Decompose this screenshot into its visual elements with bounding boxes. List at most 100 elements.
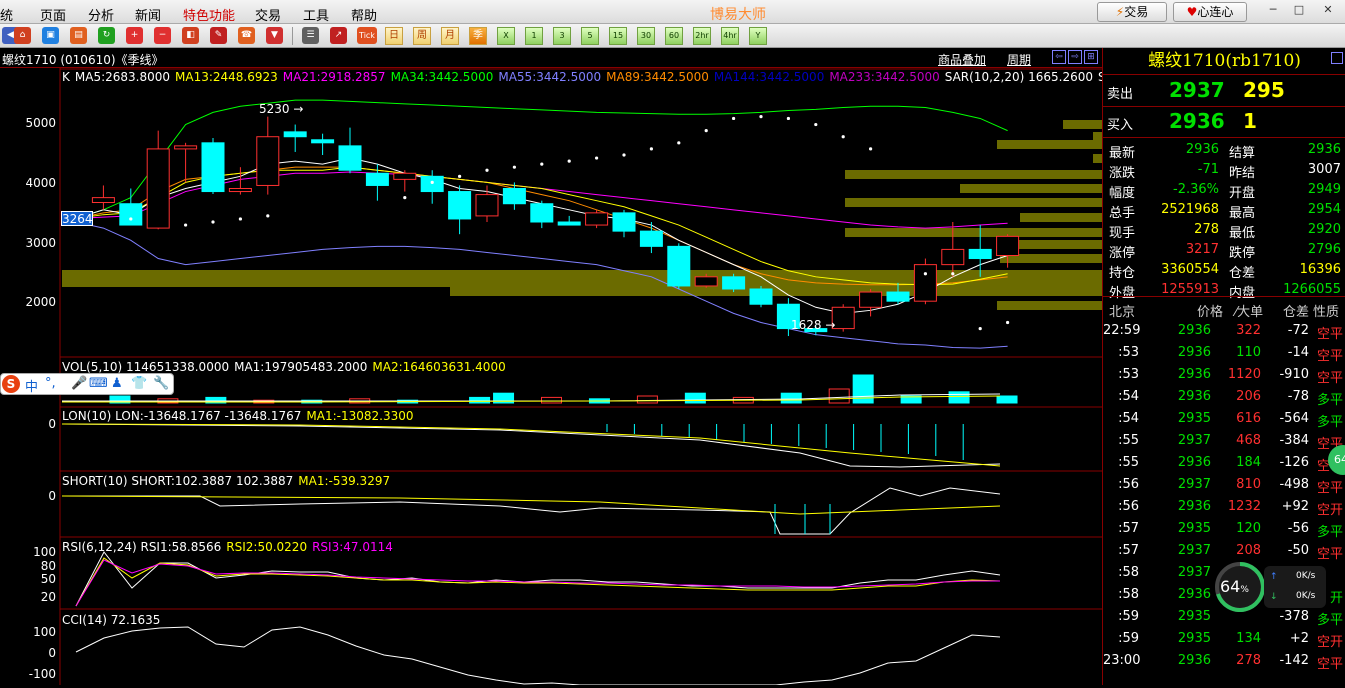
- home-icon[interactable]: ⌂: [14, 27, 31, 44]
- price-axis-label: 3000: [25, 236, 56, 250]
- close-icon[interactable]: ✕: [1318, 3, 1338, 19]
- cci-axis-label: 0: [48, 646, 56, 660]
- alert-icon[interactable]: ☎: [238, 27, 255, 44]
- volume-profile-bar: [997, 301, 1102, 310]
- rsi-axis-label: 50: [40, 572, 56, 586]
- candle-body: [886, 291, 910, 302]
- menu-analysis[interactable]: 分析: [88, 5, 114, 24]
- ime-chinese-toggle[interactable]: 中: [25, 376, 38, 395]
- indicator-value: LON(10) LON:-13648.1767 -13648.1767: [62, 409, 302, 423]
- maximize-icon[interactable]: □: [1289, 3, 1309, 19]
- menu-help[interactable]: 帮助: [351, 5, 377, 24]
- keyboard-icon[interactable]: ⌨: [89, 376, 108, 391]
- stats-row: 外盘 1255913 内盘 1266055: [1103, 280, 1345, 301]
- tick-cell: 468: [1236, 433, 1261, 448]
- menu-page[interactable]: 页面: [40, 5, 66, 24]
- menu-trade[interactable]: 交易: [255, 5, 281, 24]
- stats-cell: 总手: [1109, 206, 1136, 221]
- sar-dot: [1006, 320, 1010, 325]
- interval-15-button[interactable]: 15: [609, 27, 627, 45]
- menu-bar: 统 页面 分析 新闻 特色功能 交易 工具 帮助 博易大师 ⚡交易 ♥心连心 ─…: [0, 0, 1345, 24]
- zoom-in-icon[interactable]: +: [126, 27, 143, 44]
- user-icon[interactable]: ♟: [111, 376, 123, 391]
- interval-60-button[interactable]: 60: [665, 27, 683, 45]
- menu-features[interactable]: 特色功能: [183, 5, 235, 24]
- news-icon[interactable]: ▤: [70, 27, 87, 44]
- xinlian-button[interactable]: ♥心连心: [1173, 2, 1247, 22]
- tick-row: :57 2937 208 -50 空平: [1103, 540, 1345, 562]
- table-icon[interactable]: ☰: [302, 27, 319, 44]
- fullscreen-icon[interactable]: ⊞: [1084, 50, 1098, 64]
- tick-button[interactable]: Tick: [357, 27, 377, 44]
- tick-cell: 空平: [1316, 349, 1343, 364]
- tick-cell: :53: [1118, 345, 1139, 360]
- sar-dot: [238, 217, 242, 221]
- sar-dot: [786, 116, 791, 121]
- stats-cell: 278: [1194, 222, 1219, 237]
- period-month-button[interactable]: 月: [441, 27, 459, 45]
- trade-button[interactable]: ⚡交易: [1097, 2, 1167, 22]
- sar-dot: [458, 174, 462, 178]
- tick-cell: 2936: [1177, 367, 1211, 382]
- tick-cell: 2936: [1177, 455, 1211, 470]
- tick-cell: 空开: [1316, 635, 1343, 650]
- interval-4hr-button[interactable]: 4hr: [721, 27, 739, 45]
- stats-cell: 幅度: [1109, 186, 1136, 201]
- cci-axis-label: 100: [33, 625, 56, 639]
- stats-cell: 1255913: [1161, 282, 1219, 297]
- refresh-icon[interactable]: ↻: [98, 27, 115, 44]
- shirt-icon[interactable]: 👕: [131, 376, 147, 391]
- tick-cell: 208: [1236, 543, 1261, 558]
- indicator-value: SHORT(10) SHORT:102.3887 102.3887: [62, 474, 294, 488]
- monitor-icon[interactable]: ▣: [42, 27, 59, 44]
- sar-dot: [540, 162, 544, 166]
- minimize-icon[interactable]: ─: [1263, 3, 1283, 19]
- menu-system[interactable]: 统: [0, 5, 13, 24]
- price-axis-label: 4000: [25, 176, 56, 190]
- period-quarter-button[interactable]: 季: [469, 27, 487, 45]
- tick-cell: 2935: [1177, 631, 1211, 646]
- interval-2hr-button[interactable]: 2hr: [693, 27, 711, 45]
- window-icon[interactable]: ◧: [182, 27, 199, 44]
- sar-dot: [759, 115, 763, 119]
- period-link[interactable]: 周期: [1007, 51, 1031, 68]
- candle-body: [557, 221, 581, 226]
- ime-punct-toggle[interactable]: °,: [45, 376, 56, 391]
- zoom-out-icon[interactable]: −: [154, 27, 171, 44]
- menu-tools[interactable]: 工具: [303, 5, 329, 24]
- sogou-icon[interactable]: S: [2, 375, 20, 393]
- period-day-button[interactable]: 日: [385, 27, 403, 45]
- sar-dot: [704, 129, 708, 133]
- interval-1-button[interactable]: 1: [525, 27, 543, 45]
- tick-cell: 120: [1236, 521, 1261, 536]
- pencil-icon[interactable]: ✎: [210, 27, 227, 44]
- wrench-icon[interactable]: 🔧: [153, 376, 169, 391]
- tick-cell: :56: [1118, 499, 1139, 514]
- interval-x-button[interactable]: X: [497, 27, 515, 45]
- menu-news[interactable]: 新闻: [135, 5, 161, 24]
- toolbar: ◀ ⌂ ▣ ▤ ↻ + − ◧ ✎ ☎ ▼ ☰ ↗ Tick 日 周 月 季 X…: [0, 24, 1345, 48]
- scroll-right-icon[interactable]: ⇨: [1068, 50, 1082, 64]
- candle-body: [913, 264, 937, 302]
- overlay-link[interactable]: 商品叠加: [938, 51, 986, 68]
- interval-30-button[interactable]: 30: [637, 27, 655, 45]
- ime-toolbar[interactable]: S 中 °, 🎤 ⌨ ♟ 👕 🔧: [0, 373, 174, 395]
- microphone-icon[interactable]: 🎤: [71, 376, 87, 391]
- lightning-icon: ⚡: [1115, 5, 1125, 19]
- tick-cell: 810: [1236, 477, 1261, 492]
- tick-cell: -126: [1279, 455, 1309, 470]
- interval-3-button[interactable]: 3: [553, 27, 571, 45]
- scroll-left-icon[interactable]: ⇦: [1052, 50, 1066, 64]
- interval-y-button[interactable]: Y: [749, 27, 767, 45]
- tick-row: 22:59 2936 322 -72 空平: [1103, 320, 1345, 342]
- current-price-tag: 3264: [61, 211, 93, 226]
- stats-cell: 开盘: [1229, 186, 1256, 201]
- interval-5-button[interactable]: 5: [581, 27, 599, 45]
- period-week-button[interactable]: 周: [413, 27, 431, 45]
- tick-cell: 1232: [1227, 499, 1261, 514]
- tick-row: :57 2935 120 -56 多平: [1103, 518, 1345, 540]
- filter-icon[interactable]: ▼: [266, 27, 283, 44]
- tick-cell: 2935: [1177, 521, 1211, 536]
- chart-icon[interactable]: ↗: [330, 27, 347, 44]
- panel-toggle-icon[interactable]: [1331, 52, 1343, 64]
